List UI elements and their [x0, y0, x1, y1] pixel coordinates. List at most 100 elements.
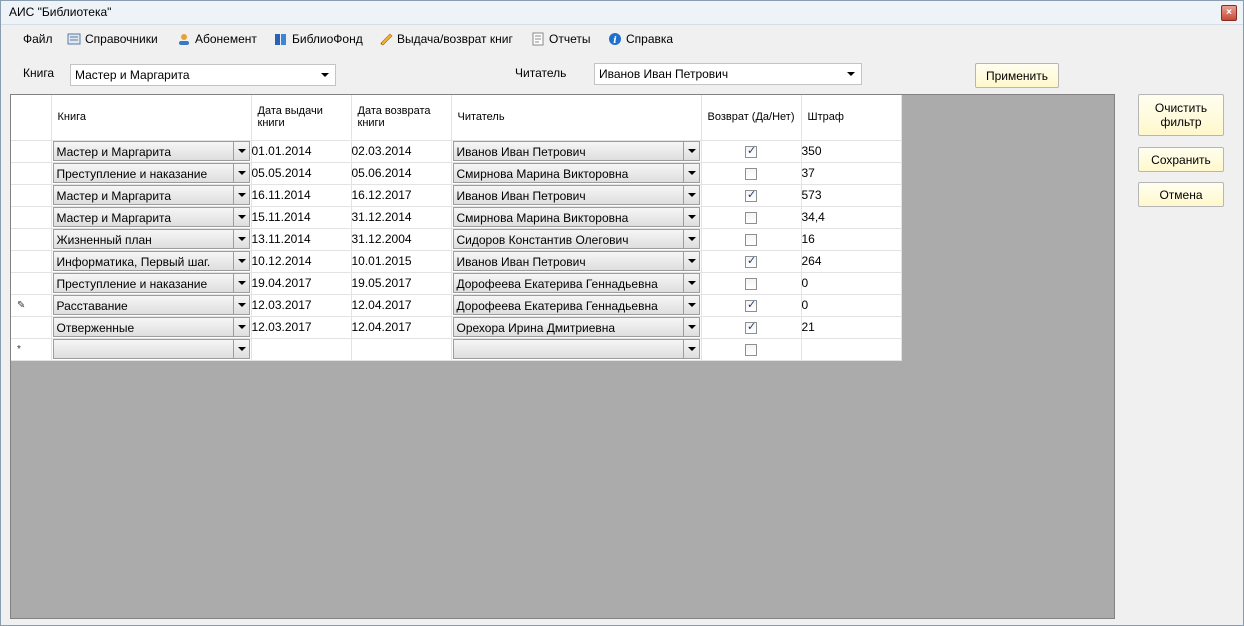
table-row[interactable]: Мастер и Маргарита 01.01.2014 02.03.2014 Ив…	[11, 140, 902, 163]
row-header[interactable]	[11, 272, 52, 295]
table-row[interactable]: Информатика, Первый шаг. 10.12.2014 10.01.…	[11, 250, 902, 273]
book-cell[interactable]: Мастер и Маргарита	[51, 184, 252, 207]
chevron-down-icon[interactable]	[232, 186, 249, 204]
return-date-cell[interactable]: 10.01.2015	[351, 250, 452, 273]
chevron-down-icon[interactable]	[232, 164, 249, 182]
chevron-down-icon[interactable]	[682, 318, 699, 336]
returned-checkbox[interactable]	[745, 167, 757, 180]
returned-cell[interactable]	[701, 294, 802, 317]
col-header-issue-date[interactable]: Дата выдачи книги	[251, 95, 352, 141]
fine-cell[interactable]: 21	[801, 316, 902, 339]
col-header-fine[interactable]: Штраф	[801, 95, 902, 141]
reader-cell-combo[interactable]	[452, 339, 700, 359]
book-cell-combo[interactable]: Преступление и наказание	[52, 163, 250, 183]
return-date-cell[interactable]: 31.12.2004	[351, 228, 452, 251]
col-header-return-date[interactable]: Дата возврата книги	[351, 95, 452, 141]
book-cell[interactable]: Расставание	[51, 294, 252, 317]
col-header-reader[interactable]: Читатель	[451, 95, 702, 141]
returned-cell[interactable]	[701, 316, 802, 339]
table-row[interactable]: Жизненный план 13.11.2014 31.12.2004 Сидоро…	[11, 228, 902, 251]
chevron-down-icon[interactable]	[682, 164, 699, 182]
issue-date-cell[interactable]: 12.03.2017	[251, 316, 352, 339]
chevron-down-icon[interactable]	[232, 318, 249, 336]
table-row[interactable]: Отверженные 12.03.2017 12.04.2017 Орехора И…	[11, 316, 902, 339]
table-row[interactable]: Преступление и наказание 19.04.2017 19.05.…	[11, 272, 902, 295]
return-date-cell[interactable]: 02.03.2014	[351, 140, 452, 163]
reader-cell-combo[interactable]: Иванов Иван Петрович	[452, 185, 700, 205]
col-header-book[interactable]: Книга	[51, 95, 252, 141]
menu-subscription[interactable]: Абонемент	[177, 32, 257, 46]
chevron-down-icon[interactable]	[682, 340, 699, 358]
cancel-button[interactable]: Отмена	[1138, 182, 1224, 207]
menu-reports[interactable]: Отчеты	[531, 32, 590, 46]
returned-checkbox[interactable]	[745, 277, 757, 290]
return-date-cell[interactable]: 12.04.2017	[351, 294, 452, 317]
chevron-down-icon[interactable]	[232, 296, 249, 314]
issue-date-cell[interactable]: 15.11.2014	[251, 206, 352, 229]
table-row[interactable]: Мастер и Маргарита 15.11.2014 31.12.2014 См…	[11, 206, 902, 229]
fine-cell[interactable]: 16	[801, 228, 902, 251]
issue-date-cell[interactable]: 05.05.2014	[251, 162, 352, 185]
book-cell-combo[interactable]	[52, 339, 250, 359]
fine-cell[interactable]	[801, 338, 902, 361]
return-date-cell[interactable]: 12.04.2017	[351, 316, 452, 339]
row-header[interactable]	[11, 228, 52, 251]
table-row[interactable]: Мастер и Маргарита 16.11.2014 16.12.2017 Ив…	[11, 184, 902, 207]
returned-cell[interactable]	[701, 250, 802, 273]
returned-checkbox[interactable]	[745, 343, 757, 356]
reader-cell[interactable]: Сидоров Константив Олегович	[451, 228, 702, 251]
issue-date-cell[interactable]: 13.11.2014	[251, 228, 352, 251]
menu-file[interactable]: Файл	[23, 32, 53, 46]
book-cell-combo[interactable]: Информатика, Первый шаг.	[52, 251, 250, 271]
fine-cell[interactable]: 350	[801, 140, 902, 163]
issue-date-cell[interactable]	[251, 338, 352, 361]
menu-issue-return[interactable]: Выдача/возврат книг	[379, 32, 513, 46]
row-header[interactable]	[11, 316, 52, 339]
reader-cell-combo[interactable]: Дорофеева Екатерива Геннадьевна	[452, 295, 700, 315]
chevron-down-icon[interactable]	[682, 230, 699, 248]
returned-cell[interactable]	[701, 272, 802, 295]
book-cell-combo[interactable]: Расставание	[52, 295, 250, 315]
book-cell-combo[interactable]: Отверженные	[52, 317, 250, 337]
returned-checkbox[interactable]	[745, 233, 757, 246]
book-cell-combo[interactable]: Мастер и Маргарита	[52, 141, 250, 161]
chevron-down-icon[interactable]	[232, 274, 249, 292]
issue-date-cell[interactable]: 19.04.2017	[251, 272, 352, 295]
book-cell-combo[interactable]: Жизненный план	[52, 229, 250, 249]
table-row[interactable]: Преступление и наказание 05.05.2014 05.06.…	[11, 162, 902, 185]
reader-cell[interactable]: Иванов Иван Петрович	[451, 140, 702, 163]
clear-filter-button[interactable]: Очистить фильтр	[1138, 94, 1224, 136]
table-row[interactable]: *	[11, 338, 902, 361]
returned-checkbox[interactable]	[745, 211, 757, 224]
row-header[interactable]	[11, 162, 52, 185]
return-date-cell[interactable]	[351, 338, 452, 361]
returned-cell[interactable]	[701, 206, 802, 229]
chevron-down-icon[interactable]	[682, 252, 699, 270]
issue-date-cell[interactable]: 01.01.2014	[251, 140, 352, 163]
returned-checkbox[interactable]	[745, 254, 757, 268]
book-cell[interactable]: Информатика, Первый шаг.	[51, 250, 252, 273]
reader-cell-combo[interactable]: Сидоров Константив Олегович	[452, 229, 700, 249]
return-date-cell[interactable]: 05.06.2014	[351, 162, 452, 185]
returned-cell[interactable]	[701, 184, 802, 207]
fine-cell[interactable]: 0	[801, 294, 902, 317]
book-cell[interactable]: Преступление и наказание	[51, 162, 252, 185]
chevron-down-icon[interactable]	[232, 252, 249, 270]
chevron-down-icon[interactable]	[682, 274, 699, 292]
returned-checkbox[interactable]	[745, 298, 757, 312]
chevron-down-icon[interactable]	[232, 340, 249, 358]
book-cell[interactable]: Мастер и Маргарита	[51, 206, 252, 229]
return-date-cell[interactable]: 19.05.2017	[351, 272, 452, 295]
chevron-down-icon[interactable]	[232, 230, 249, 248]
reader-cell[interactable]: Дорофеева Екатерива Геннадьевна	[451, 294, 702, 317]
fine-cell[interactable]: 264	[801, 250, 902, 273]
returned-cell[interactable]	[701, 162, 802, 185]
reader-cell-combo[interactable]: Иванов Иван Петрович	[452, 251, 700, 271]
book-cell[interactable]: Отверженные	[51, 316, 252, 339]
reader-cell[interactable]: Орехора Ирина Дмитриевна	[451, 316, 702, 339]
menu-library-fund[interactable]: БиблиоФонд	[274, 32, 363, 46]
issue-date-cell[interactable]: 12.03.2017	[251, 294, 352, 317]
issue-date-cell[interactable]: 16.11.2014	[251, 184, 352, 207]
row-header[interactable]	[11, 184, 52, 207]
col-header-returned[interactable]: Возврат (Да/Нет)	[701, 95, 802, 141]
